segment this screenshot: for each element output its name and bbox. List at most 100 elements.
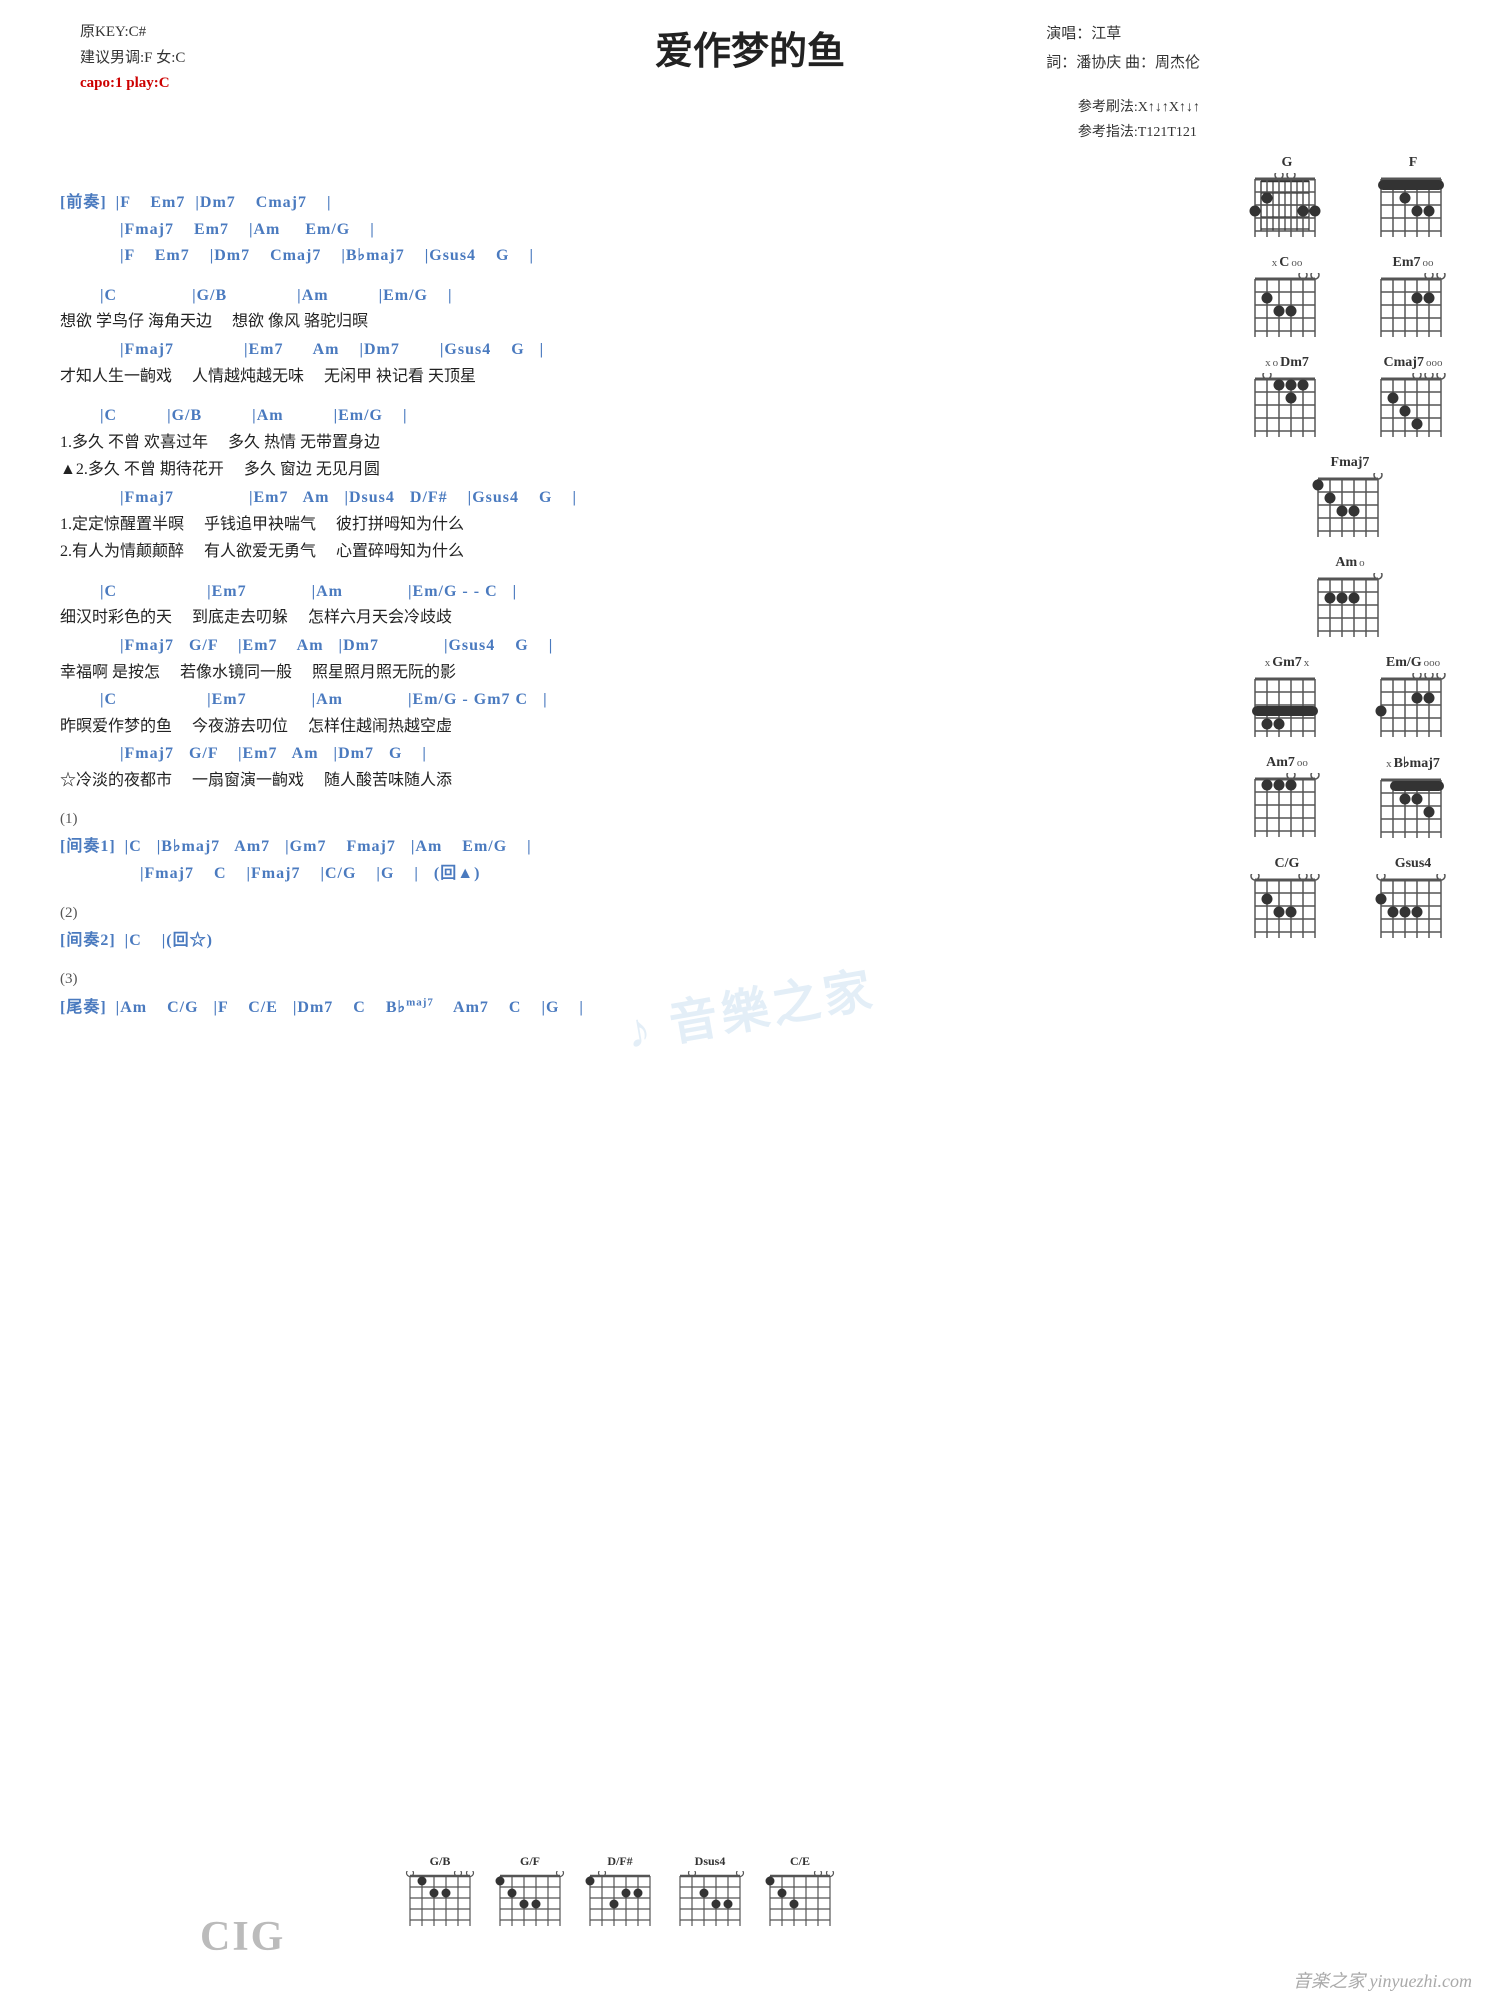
- meta-suggest: 建议男调:F 女:C: [80, 46, 185, 72]
- chord-diagram-Gsus4: Gsus4: [1358, 856, 1468, 944]
- meta-left: 原KEY:C# 建议男调:F 女:C capo:1 play:C: [80, 20, 185, 97]
- section-paren3: (3): [60, 971, 1160, 988]
- chord-line: |Fmaj7 Em7 |Am Em/G |: [60, 217, 1160, 243]
- chord-line: [间奏2] |C |(回☆): [60, 928, 1160, 954]
- chord-line: |Fmaj7 |Em7 Am |Dsus4 D/F# |Gsus4 G |: [60, 485, 1160, 511]
- chord-grid-clean: [1373, 673, 1453, 743]
- lyric-line: 细汉时彩色的天 到底走去叨躲 怎样六月天会冷歧歧: [60, 605, 1160, 631]
- chord-name: Gm7: [1272, 655, 1302, 671]
- paren-line: (3): [60, 971, 1160, 988]
- chord-grid-clean: [1247, 373, 1327, 443]
- chord-line: [尾奏] |Am C/G |F C/E |Dm7 C B♭maj7 Am7 C …: [60, 994, 1160, 1020]
- chord-grid-clean: [1310, 473, 1390, 543]
- chord-diagram-EmG: Em/G ooo: [1358, 655, 1468, 743]
- chord-grid-clean: [1373, 273, 1453, 343]
- chord-diagram-CE-footer: C/E: [760, 1854, 840, 1931]
- chord-name: C/E: [790, 1854, 810, 1869]
- strum-info: 参考刷法:X↑↓↑X↑↓↑ 参考指法:T121T121: [1078, 95, 1200, 145]
- section-outro: [尾奏] |Am C/G |F C/E |Dm7 C B♭maj7 Am7 C …: [60, 994, 1160, 1020]
- page: 爱作梦的鱼 原KEY:C# 建议男调:F 女:C capo:1 play:C 演…: [0, 0, 1500, 2011]
- chord-line: |Fmaj7 C |Fmaj7 |C/G |G | (回▲): [60, 861, 1160, 887]
- chord-diagram-GF-footer: G/F: [490, 1854, 570, 1931]
- chord-diagram-G: G: [1232, 155, 1342, 243]
- chord-diagram-Am: Am o: [1295, 555, 1405, 643]
- chord-line: |C |G/B |Am |Em/G |: [60, 403, 1160, 429]
- section-paren2: (2): [60, 905, 1160, 922]
- chord-diagram-GB-footer: G/B: [400, 1854, 480, 1931]
- lyric-line: 1.定定惊醒置半暝 乎钱追甲袂喘气 彼打拼呣知为什么: [60, 512, 1160, 538]
- chord-line: |Fmaj7 G/F |Em7 Am |Dm7 |Gsus4 G |: [60, 633, 1160, 659]
- chord-grid-clean: [1373, 173, 1453, 243]
- chord-grid-clean: [1310, 573, 1390, 643]
- chord-name: Fmaj7: [1331, 455, 1370, 471]
- section-interlude2: [间奏2] |C |(回☆): [60, 928, 1160, 954]
- section-verse1: |C |G/B |Am |Em/G | 想欲 学鸟仔 海角天边 想欲 像风 骆驼…: [60, 283, 1160, 389]
- chord-line: |Fmaj7 G/F |Em7 Am |Dm7 G |: [60, 741, 1160, 767]
- chord-line: [间奏1] |C |B♭maj7 Am7 |Gm7 Fmaj7 |Am Em/G…: [60, 834, 1160, 860]
- chord-line: |C |Em7 |Am |Em/G - Gm7 C |: [60, 687, 1160, 713]
- main-content: [前奏] |F Em7 |Dm7 Cmaj7 | |Fmaj7 Em7 |Am …: [60, 190, 1160, 1020]
- chord-grid-clean: [1373, 373, 1453, 443]
- section-label-prelude: [前奏]: [60, 194, 107, 211]
- section-prelude: [前奏] |F Em7 |Dm7 Cmaj7 | |Fmaj7 Em7 |Am …: [60, 190, 1160, 269]
- footer-logo: 音楽之家 yinyuezhi.com: [1293, 1967, 1472, 1993]
- lyricist-label: 詞：潘协庆 曲：周杰伦: [1046, 49, 1200, 78]
- chord-row-6: x Gm7 x: [1210, 655, 1490, 743]
- section-label-interlude1: [间奏1]: [60, 838, 116, 855]
- chord-diagram-Em7: Em7 oo: [1358, 255, 1468, 343]
- chord-grid-clean: [1373, 874, 1453, 944]
- page-title: 爱作梦的鱼: [30, 20, 1470, 75]
- chord-row-3: x o Dm7: [1210, 355, 1490, 443]
- chord-name: Em7: [1393, 255, 1421, 271]
- lyric-line: 1.多久 不曾 欢喜过年 多久 热情 无带置身边: [60, 430, 1160, 456]
- chord-name: Am7: [1266, 755, 1295, 771]
- chord-grid-clean: [1247, 773, 1327, 843]
- chord-name: G: [1282, 155, 1293, 171]
- chord-name: Am: [1335, 555, 1357, 571]
- meta-right: 演唱：江草 詞：潘协庆 曲：周杰伦: [1046, 20, 1200, 77]
- footer-cig: CIG: [200, 1913, 285, 1961]
- chord-diagram-Bbmaj7: x B♭maj7: [1358, 755, 1468, 844]
- chord-line: [前奏] |F Em7 |Dm7 Cmaj7 |: [60, 190, 1160, 216]
- chord-diagram-CG: C/G: [1232, 856, 1342, 944]
- paren-line: (2): [60, 905, 1160, 922]
- chord-diagram-F: F: [1358, 155, 1468, 243]
- chord-grid-clean: [1247, 173, 1327, 243]
- chord-grid-clean: [1247, 673, 1327, 743]
- lyric-line: 想欲 学鸟仔 海角天边 想欲 像风 骆驼归暝: [60, 309, 1160, 335]
- chord-diagram-Am7: Am7 oo: [1232, 755, 1342, 844]
- chord-line: |C |G/B |Am |Em/G |: [60, 283, 1160, 309]
- chord-diagram-Cmaj7: Cmaj7 ooo: [1358, 355, 1468, 443]
- chord-row-4: Fmaj7: [1210, 455, 1490, 543]
- chord-name: Cmaj7: [1384, 355, 1424, 371]
- lyric-line: 2.有人为情颠颠醉 有人欲爱无勇气 心置碎呣知为什么: [60, 539, 1160, 565]
- svg-text:x: x: [1251, 273, 1256, 274]
- section-interlude1: [间奏1] |C |B♭maj7 Am7 |Gm7 Fmaj7 |Am Em/G…: [60, 834, 1160, 886]
- chord-diagrams-panel: G: [1210, 155, 1490, 948]
- chord-name: Gsus4: [1395, 856, 1432, 872]
- lyric-line: 幸福啊 是按怎 若像水镜同一般 照星照月照无阮的影: [60, 660, 1160, 686]
- chord-diagram-Dm7: x o Dm7: [1232, 355, 1342, 443]
- lyric-line: ☆冷淡的夜都市 一扇窗演一齣戏 随人酸苦味随人添: [60, 768, 1160, 794]
- chord-diagram-C: x C oo x: [1232, 255, 1342, 343]
- section-verse2: |C |G/B |Am |Em/G | 1.多久 不曾 欢喜过年 多久 热情 无…: [60, 403, 1160, 565]
- chord-diagram-Fmaj7: Fmaj7: [1295, 455, 1405, 543]
- section-label-interlude2: [间奏2]: [60, 932, 116, 949]
- section-label-outro: [尾奏]: [60, 999, 107, 1016]
- chord-row-2: x C oo x: [1210, 255, 1490, 343]
- chord-name: Dsus4: [695, 1854, 726, 1869]
- strum-line1: 参考刷法:X↑↓↑X↑↓↑: [1078, 95, 1200, 120]
- meta-capo: capo:1 play:C: [80, 71, 185, 97]
- section-paren1: (1): [60, 811, 1160, 828]
- chord-diagram-Gm7: x Gm7 x: [1232, 655, 1342, 743]
- chord-grid-clean: [1373, 774, 1453, 844]
- singer-label: 演唱：江草: [1046, 20, 1200, 49]
- chord-row-7: Am7 oo: [1210, 755, 1490, 844]
- meta-key: 原KEY:C#: [80, 20, 185, 46]
- chord-name: F: [1409, 155, 1418, 171]
- chord-diagram-Dsus4-footer: Dsus4: [670, 1854, 750, 1931]
- chord-name: D/F#: [607, 1854, 632, 1869]
- chord-name: Dm7: [1280, 355, 1309, 371]
- chord-name: Em/G: [1386, 655, 1422, 671]
- chord-grid-clean: [1247, 874, 1327, 944]
